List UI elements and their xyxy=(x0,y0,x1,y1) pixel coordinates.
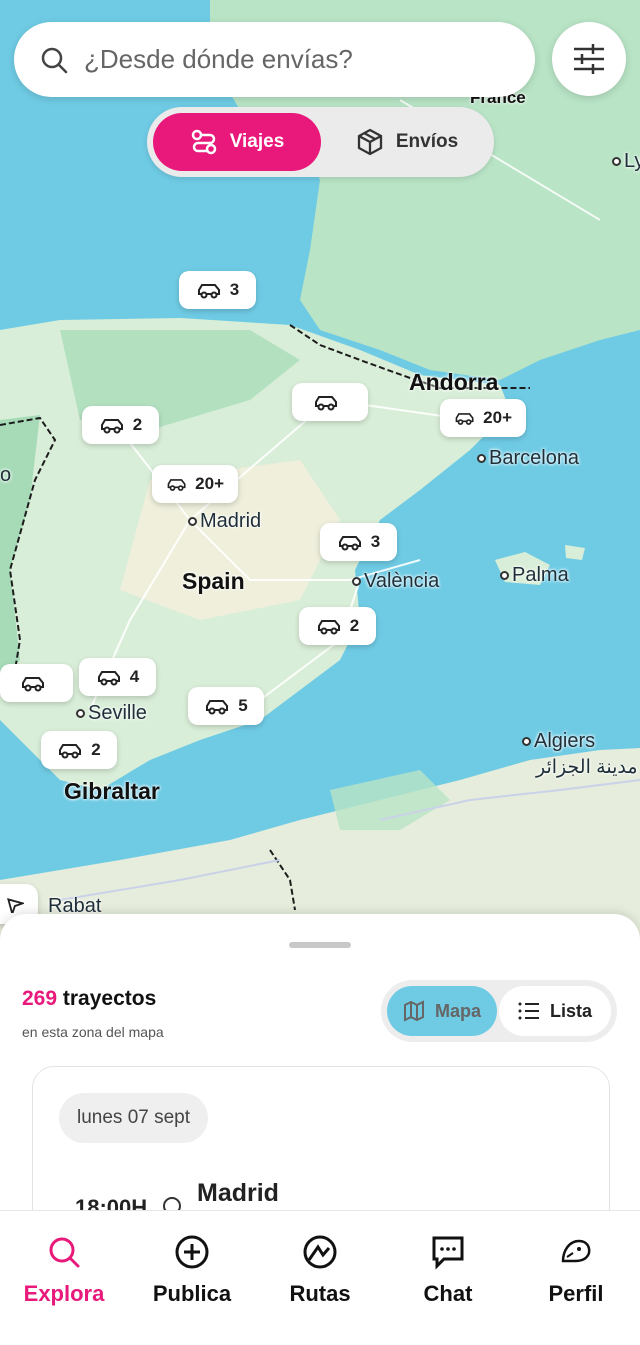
map-pin-andalusia[interactable]: 5 xyxy=(188,687,264,725)
map-label-lyon: Ly xyxy=(612,150,640,173)
map-pin-cadiz[interactable]: 2 xyxy=(41,731,117,769)
map-label-spain: Spain xyxy=(182,568,245,594)
map-pin-seville-north[interactable]: 4 xyxy=(79,658,156,696)
list-icon xyxy=(518,1002,539,1020)
car-icon xyxy=(317,620,340,635)
sheet-handle[interactable] xyxy=(289,942,351,948)
nav-explora[interactable]: Explora xyxy=(0,1233,128,1307)
sliders-icon xyxy=(574,44,604,74)
route-icon xyxy=(191,129,216,155)
car-icon xyxy=(455,413,474,425)
mode-switch: Viajes Envíos xyxy=(147,107,494,177)
map-label-algiers: Algiers xyxy=(522,730,595,753)
map-label-palma: Palma xyxy=(500,564,569,587)
map-pin-northwest[interactable]: 2 xyxy=(82,406,159,444)
map-pin-north[interactable]: 3 xyxy=(179,271,256,309)
nav-rutas[interactable]: Rutas xyxy=(256,1233,384,1307)
map-pin-barcelona[interactable]: 20+ xyxy=(440,399,526,437)
navigation-arrow-icon xyxy=(7,898,24,913)
tab-viajes[interactable]: Viajes xyxy=(153,113,321,171)
map-pin-murcia[interactable]: 2 xyxy=(299,607,376,645)
map-label-valencia: València xyxy=(352,570,439,593)
origin-city: Madrid xyxy=(197,1179,279,1207)
car-icon xyxy=(97,671,120,686)
car-icon xyxy=(197,284,220,299)
trip-card[interactable]: lunes 07 sept 18:00H Madrid xyxy=(32,1066,610,1214)
bottom-nav: Explora Publica Rutas Chat Perfil xyxy=(0,1210,640,1345)
results-count: 269 trayectos xyxy=(22,987,157,1010)
car-icon xyxy=(206,700,229,715)
search-icon xyxy=(41,47,68,73)
search-placeholder: ¿Desde dónde envías? xyxy=(84,44,353,74)
nav-perfil[interactable]: Perfil xyxy=(512,1233,640,1307)
avatar-icon xyxy=(561,1239,591,1263)
results-sheet: 269 trayectos en esta zona del mapa Mapa… xyxy=(0,914,640,1214)
map-pin-zaragoza[interactable] xyxy=(292,383,368,421)
view-list-button[interactable]: Lista xyxy=(499,986,611,1036)
add-circle-icon xyxy=(175,1235,209,1269)
routes-icon xyxy=(303,1235,337,1269)
car-icon xyxy=(167,479,186,491)
map-label-madrid: Madrid xyxy=(188,510,261,533)
map-pin-portugal[interactable] xyxy=(0,664,73,702)
car-icon xyxy=(315,396,337,411)
tab-envios[interactable]: Envíos xyxy=(327,113,487,171)
car-icon xyxy=(338,536,361,551)
map-pin-madrid[interactable]: 20+ xyxy=(152,465,238,503)
view-map-button[interactable]: Mapa xyxy=(387,986,497,1036)
map-label-porto: o xyxy=(0,464,12,486)
search-input[interactable]: ¿Desde dónde envías? xyxy=(14,22,535,97)
map-label-seville: Seville xyxy=(76,702,147,725)
nav-publica[interactable]: Publica xyxy=(128,1233,256,1307)
nav-chat[interactable]: Chat xyxy=(384,1233,512,1307)
map-icon xyxy=(403,1000,424,1022)
package-icon xyxy=(357,128,382,156)
results-subtitle: en esta zona del mapa xyxy=(22,1024,164,1040)
map-label-andorra: Andorra xyxy=(409,369,499,395)
map-label-barcelona: Barcelona xyxy=(477,447,579,470)
map-label-algiers-arabic: مدينة الجزائر xyxy=(536,757,638,778)
date-chip: lunes 07 sept xyxy=(59,1093,209,1143)
car-icon xyxy=(21,677,44,692)
map-label-gibraltar: Gibraltar xyxy=(64,778,160,804)
car-icon xyxy=(59,744,82,759)
filter-button[interactable] xyxy=(552,22,626,96)
chat-icon xyxy=(432,1236,464,1270)
view-toggle: Mapa Lista xyxy=(381,980,617,1042)
map-pin-valencia[interactable]: 3 xyxy=(320,523,397,561)
search-icon xyxy=(49,1237,80,1268)
car-icon xyxy=(100,419,123,434)
